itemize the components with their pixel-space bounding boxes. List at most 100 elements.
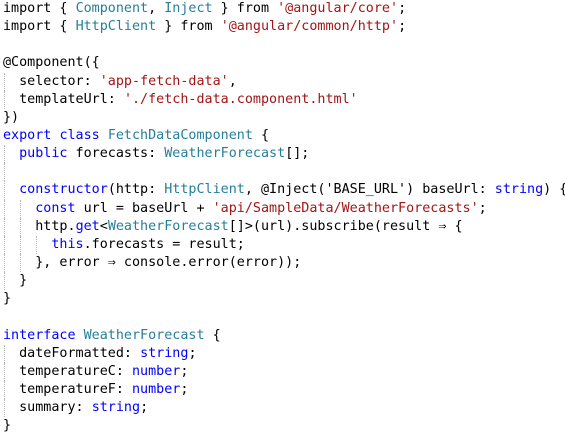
code-token: @Component({ [3,55,100,71]
code-token: import [3,1,52,16]
code-token: public [19,146,68,162]
indent-guide [4,90,5,109]
indent-guide [4,380,5,400]
code-line: } [3,290,563,308]
code-token: }, error ⇒ console.error(error)); [3,254,302,270]
indent-guide [20,253,22,273]
code-token: export [3,127,52,143]
code-token: http. [3,218,76,234]
code-token: temperatureC: [3,363,132,379]
code-token: } from [212,1,278,16]
code-token: ; [188,345,197,361]
code-line: http.get<WeatherForecast[]>(url).subscri… [3,217,563,236]
code-line: export class FetchDataComponent { [3,127,563,145]
code-token: '@angular/common/http' [220,19,399,35]
code-token: ; [398,1,407,16]
code-line: dateFormatted: string; [3,344,563,363]
code-token: const [35,200,76,216]
code-token: } [3,273,28,289]
code-token: forecasts: [67,146,165,162]
indent-guide [4,272,5,291]
code-line: this.forecasts = result; [3,235,563,254]
indent-guide [4,181,5,200]
code-line: summary: string; [3,399,563,418]
code-token: import [3,19,52,35]
code-line: import { HttpClient } from '@angular/com… [3,18,563,36]
indent-guide [4,235,5,254]
code-token: string [140,345,189,361]
code-token: ; [180,381,189,397]
code-token: { [204,327,221,343]
code-token: number [132,381,181,397]
code-line [3,163,563,182]
code-token: templateUrl: [3,91,124,107]
indent-guide [4,163,5,182]
code-token: (http: [107,182,165,198]
indent-guide [4,253,5,273]
code-line: } [3,417,563,435]
code-token: Component [75,1,149,16]
code-line: templateUrl: './fetch-data.component.htm… [3,90,563,109]
code-token: , [228,73,237,89]
code-token: < [99,218,108,234]
code-editor[interactable]: import { Component, Inject } from '@angu… [3,0,565,433]
code-line: constructor(http: HttpClient, @Inject('B… [3,181,565,200]
code-line: } [3,272,563,291]
code-token: Inject [164,1,213,16]
code-token: class [59,127,100,143]
indent-guide [4,72,5,91]
code-token: ) { [543,182,565,198]
code-token: dateFormatted: [3,345,141,361]
code-token: 'api/SampleData/WeatherForecasts' [212,200,479,216]
code-line: temperatureF: number; [3,380,563,400]
code-token: selector: [3,73,100,89]
indent-guide [36,235,38,254]
code-line: }, error ⇒ console.error(error)); [3,253,563,273]
code-token: constructor [19,182,108,198]
code-line: temperatureC: number; [3,362,563,381]
indent-guide [20,217,22,236]
code-line: }) [3,109,563,127]
indent-guide [4,362,5,381]
code-token: 'app-fetch-data' [99,73,229,89]
code-token: this [51,236,84,252]
code-token: , @Inject('BASE_URL') baseUrl: [244,182,495,198]
code-token: ; [398,19,407,35]
code-token: '@angular/core' [277,1,399,16]
code-token: interface [3,327,76,343]
code-token: .forecasts = result; [83,236,245,252]
indent-guide [4,399,5,418]
code-token: } [3,418,12,434]
code-token: HttpClient [164,182,245,198]
code-token: number [132,363,181,379]
code-token: { [252,127,270,143]
code-token: , [148,1,165,16]
code-line: const url = baseUrl + 'api/SampleData/We… [3,199,563,218]
code-token: WeatherForecast [83,327,205,343]
indent-guide [4,344,5,363]
code-token: }) [3,109,20,125]
code-line: public forecasts: WeatherForecast[]; [3,145,563,164]
code-token: } [3,291,12,307]
code-line: import { Component, Inject } from '@angu… [3,0,563,18]
code-token: ; [180,363,189,379]
code-token: HttpClient [75,19,157,35]
code-token: WeatherForecast [164,146,286,162]
code-token: ; [478,200,487,216]
code-token: get [75,218,100,234]
indent-guide [4,217,5,236]
code-line: selector: 'app-fetch-data', [3,72,563,91]
code-token: WeatherForecast [107,218,229,234]
indent-guide [20,235,22,254]
code-token: url = baseUrl + [75,200,213,216]
indent-guide [20,199,22,218]
code-token: temperatureF: [3,381,132,397]
code-token: []; [285,146,310,162]
